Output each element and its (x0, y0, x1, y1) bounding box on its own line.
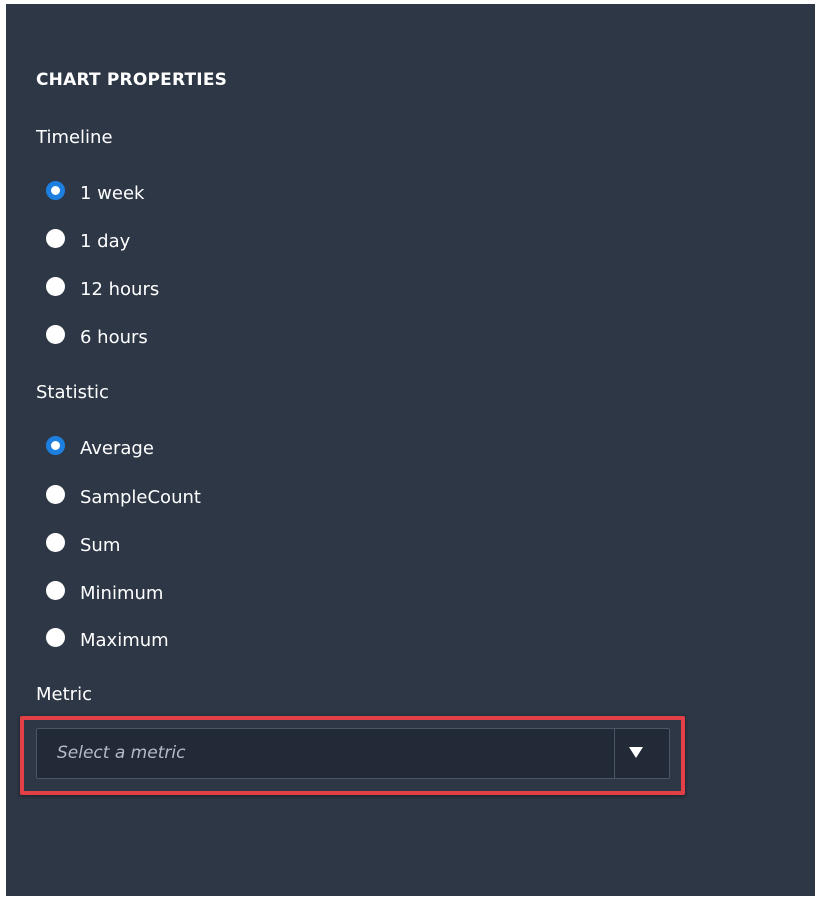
chart-properties-panel: CHART PROPERTIES Timeline 1 week 1 day 1… (6, 4, 815, 896)
timeline-option-6-hours[interactable]: 6 hours (46, 324, 148, 350)
timeline-option-12-hours[interactable]: 12 hours (46, 276, 159, 302)
statistic-option-average[interactable]: Average (46, 435, 154, 461)
radio-unselected-icon[interactable] (46, 532, 65, 552)
metric-label: Metric (36, 684, 92, 705)
metric-select[interactable]: Select a metric (36, 728, 670, 779)
radio-unselected-icon[interactable] (46, 580, 65, 600)
statistic-option-samplecount[interactable]: SampleCount (46, 484, 201, 510)
radio-selected-icon[interactable] (46, 180, 65, 200)
metric-select-placeholder: Select a metric (57, 743, 186, 763)
statistic-label: Statistic (36, 382, 109, 403)
radio-selected-icon[interactable] (46, 435, 65, 455)
radio-label: Sum (80, 534, 121, 556)
select-divider (614, 729, 615, 778)
radio-unselected-icon[interactable] (46, 228, 65, 248)
radio-unselected-icon[interactable] (46, 627, 65, 647)
timeline-option-1-week[interactable]: 1 week (46, 180, 144, 206)
radio-unselected-icon[interactable] (46, 276, 65, 296)
radio-unselected-icon[interactable] (46, 324, 65, 344)
radio-label: 1 day (80, 230, 131, 252)
radio-label: 1 week (80, 182, 145, 204)
timeline-option-1-day[interactable]: 1 day (46, 228, 130, 254)
radio-label: SampleCount (80, 486, 201, 508)
radio-label: 12 hours (80, 278, 160, 300)
radio-label: Maximum (80, 629, 169, 651)
radio-unselected-icon[interactable] (46, 484, 65, 504)
radio-label: Average (80, 437, 154, 459)
statistic-option-minimum[interactable]: Minimum (46, 580, 163, 606)
caret-down-icon[interactable] (629, 747, 643, 758)
statistic-option-sum[interactable]: Sum (46, 532, 120, 558)
radio-label: 6 hours (80, 326, 148, 348)
panel-title: CHART PROPERTIES (36, 70, 228, 90)
timeline-label: Timeline (36, 127, 113, 148)
statistic-option-maximum[interactable]: Maximum (46, 627, 169, 653)
radio-label: Minimum (80, 582, 164, 604)
